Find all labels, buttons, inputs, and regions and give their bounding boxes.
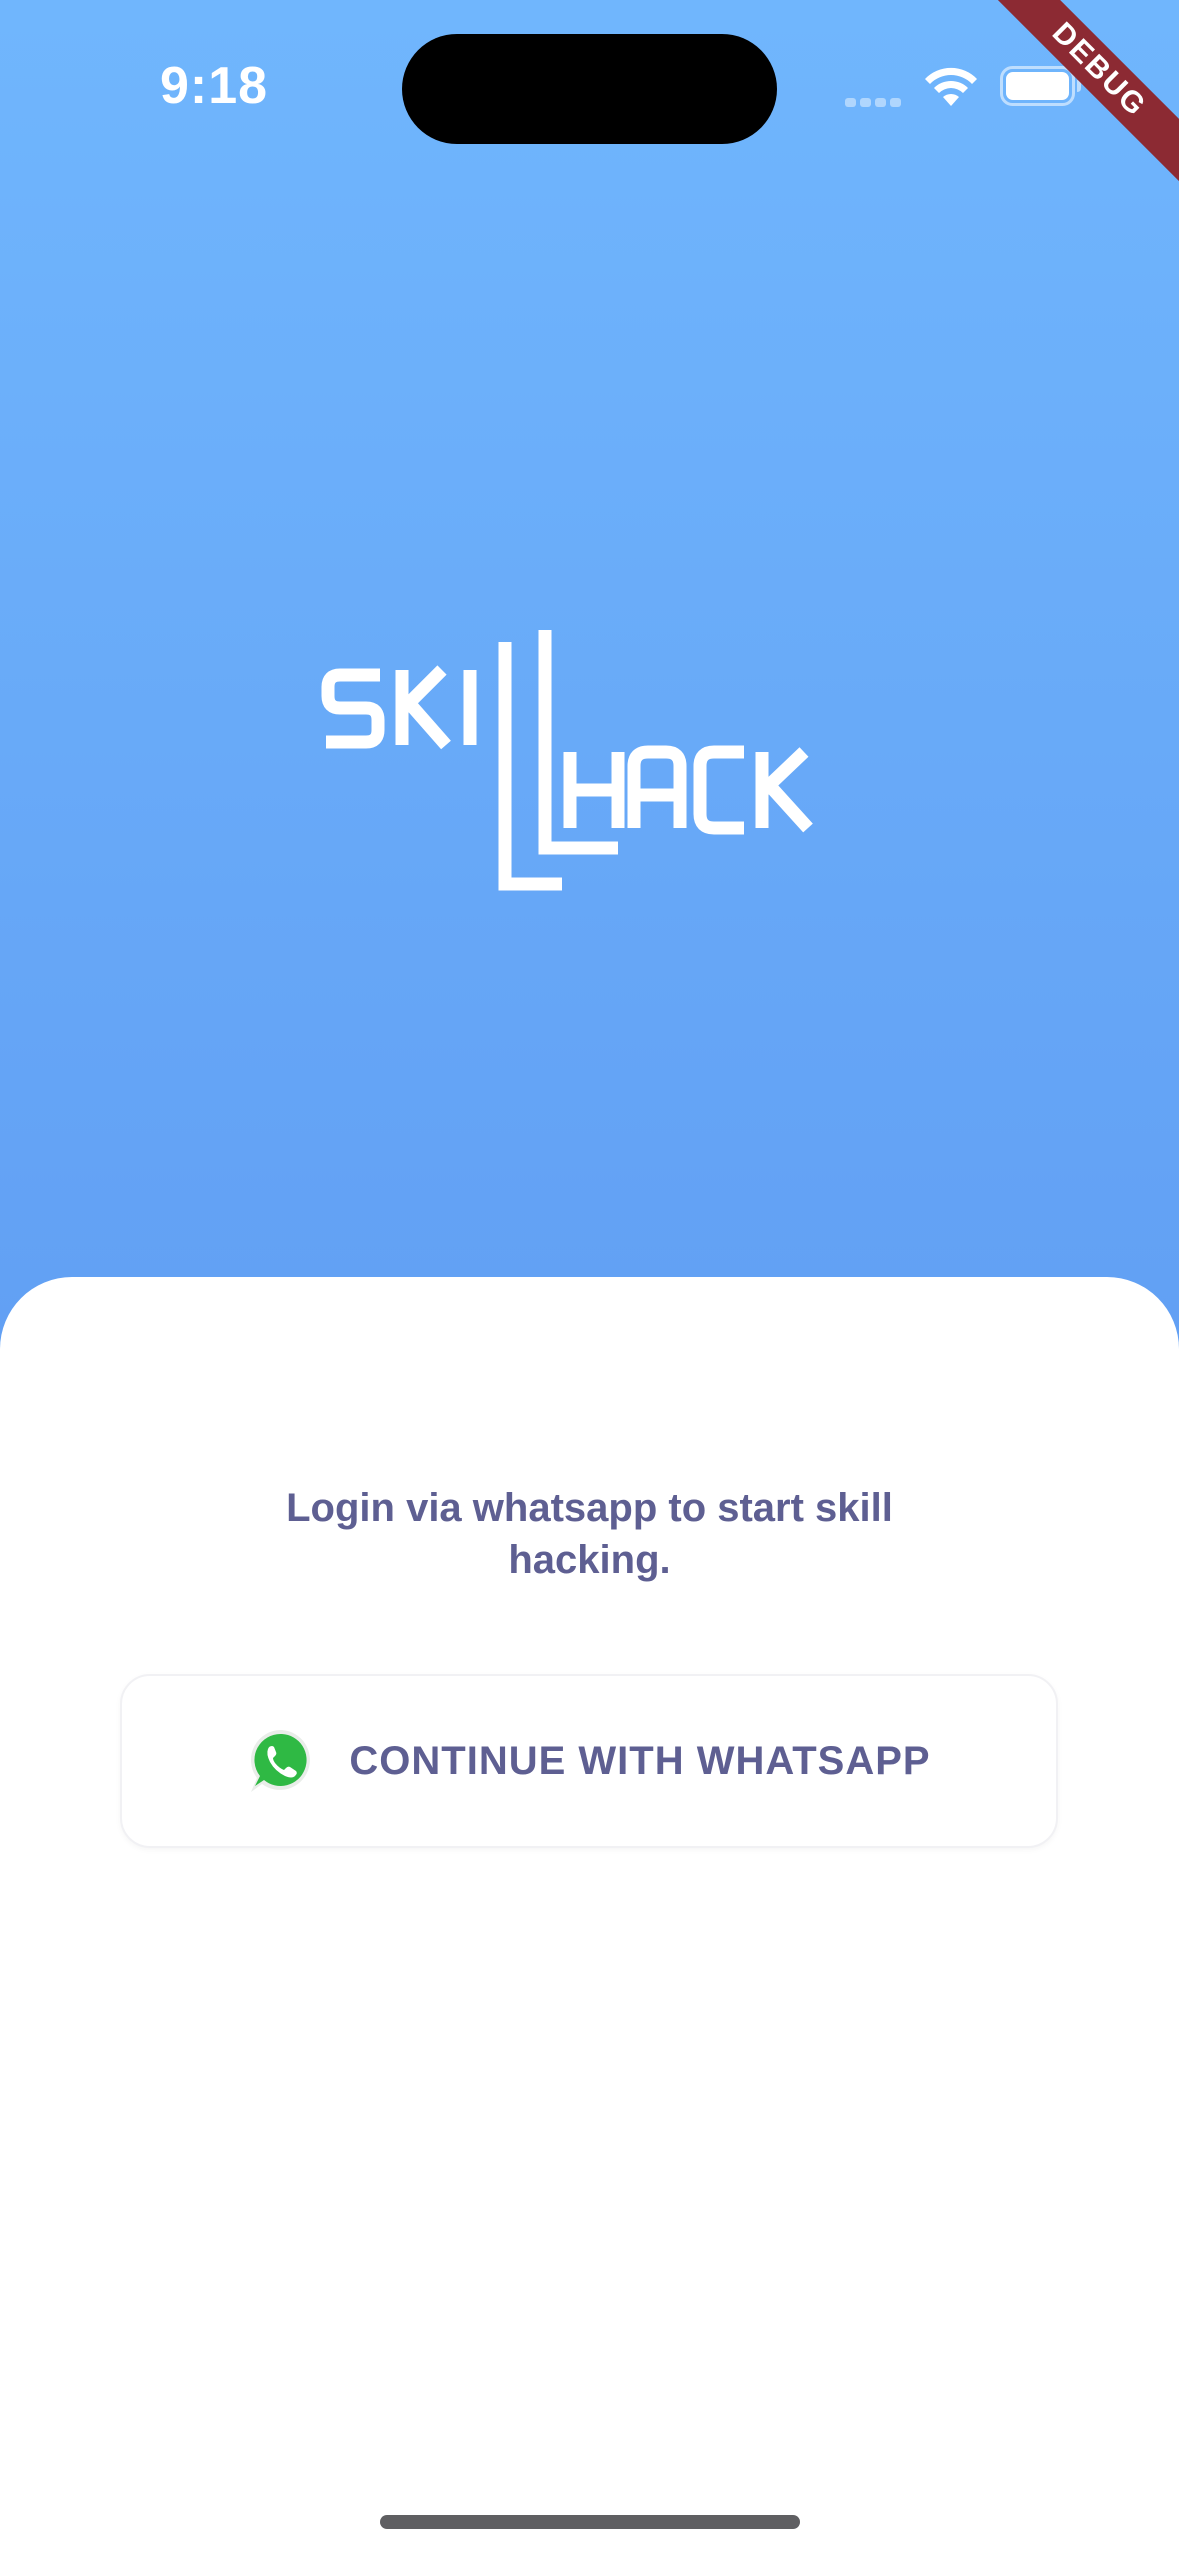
login-sheet: Login via whatsapp to start skill hackin… bbox=[0, 1277, 1179, 2556]
whatsapp-button-label: CONTINUE WITH WHATSAPP bbox=[349, 1738, 931, 1783]
dynamic-island bbox=[402, 34, 777, 144]
wifi-icon bbox=[925, 67, 977, 106]
whatsapp-icon bbox=[251, 1729, 311, 1792]
status-bar: 9:18 DEBUG bbox=[0, 0, 1179, 192]
battery-icon bbox=[1000, 66, 1081, 106]
login-prompt: Login via whatsapp to start skill hackin… bbox=[286, 1486, 893, 1582]
continue-with-whatsapp-button[interactable]: CONTINUE WITH WHATSAPP bbox=[120, 1674, 1058, 1848]
login-screen: 9:18 DEBUG Login via whatsapp to start s… bbox=[0, 0, 1179, 2556]
home-indicator[interactable] bbox=[380, 2515, 800, 2529]
status-time: 9:18 bbox=[160, 57, 269, 115]
skillhack-logo bbox=[321, 630, 813, 891]
cellular-signal-icon bbox=[845, 94, 905, 107]
